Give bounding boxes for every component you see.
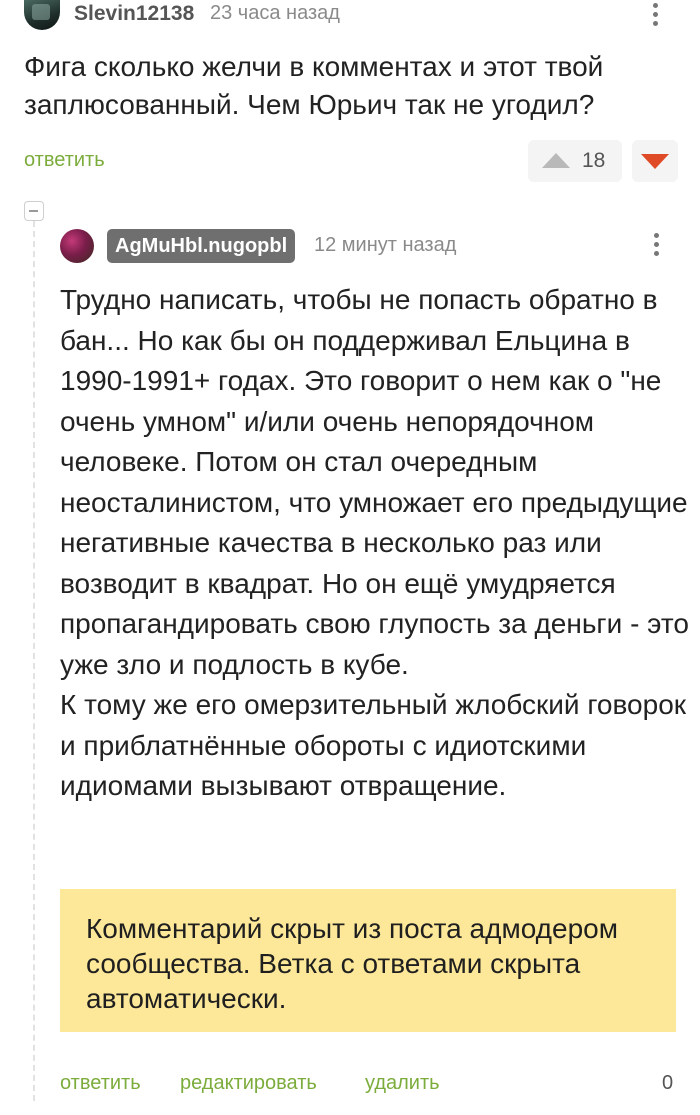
delete-button[interactable]: удалить: [365, 1072, 440, 1095]
comment-header: Slevin12138 23 часа назад: [24, 0, 684, 30]
avatar[interactable]: [24, 0, 60, 30]
collapse-minus-icon[interactable]: [24, 201, 44, 221]
upvote-button[interactable]: 18: [528, 140, 622, 182]
triangle-up-icon: [542, 153, 570, 168]
thread-line[interactable]: [33, 221, 35, 1101]
kebab-menu-icon[interactable]: [651, 233, 661, 263]
comment-text: Фига сколько желчи в комментах и этот тв…: [24, 51, 604, 120]
reply-paragraph: Трудно написать, чтобы не попасть обратн…: [60, 284, 689, 680]
reply-time[interactable]: 12 минут назад: [314, 234, 456, 257]
reply-author-badge[interactable]: AgMuHbl.nugopbl: [107, 229, 296, 263]
rating-count: 18: [582, 149, 606, 172]
downvote-button[interactable]: [632, 140, 678, 182]
reply-avatar[interactable]: [60, 229, 94, 263]
reply-text: Трудно написать, чтобы не попасть обратн…: [60, 280, 690, 807]
reply-paragraph: К тому же его омерзительный жлобский гов…: [60, 689, 687, 801]
comment-author[interactable]: Slevin12138: [74, 2, 194, 26]
reply-button[interactable]: ответить: [24, 149, 105, 172]
kebab-menu-icon[interactable]: [650, 3, 660, 33]
comment-time[interactable]: 23 часа назад: [210, 2, 340, 25]
comments-thread: Slevin12138 23 часа назад Фига сколько ж…: [0, 0, 700, 1115]
triangle-down-icon: [641, 154, 669, 169]
hidden-comment-notice: Комментарий скрыт из поста адмодером соо…: [60, 889, 676, 1032]
reply-button[interactable]: ответить: [60, 1072, 141, 1095]
reply-score: 0: [662, 1072, 674, 1094]
edit-button[interactable]: редактировать: [180, 1072, 317, 1095]
